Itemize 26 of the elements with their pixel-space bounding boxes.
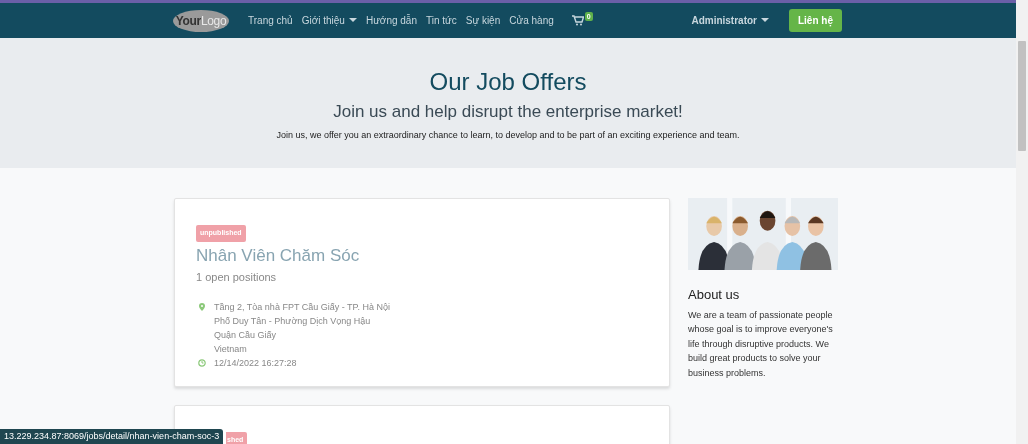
nav-link[interactable]: Sự kiện [465,13,501,28]
intro-text: Join us, we offer you an extraordinary chance to learn, to develop and to be part of an exciting experience and team. [276,129,740,142]
scrollbar[interactable] [1016,0,1028,444]
about-heading: About us [688,286,741,304]
nav-link[interactable]: Giới thiệu [301,13,357,28]
nav-link[interactable]: Tin tức [425,13,457,28]
address-line: Vietnam [214,342,248,356]
clock-icon [198,358,206,367]
nav-link[interactable]: Cửa hàng [509,13,554,28]
nav-link[interactable]: Trang chủ [248,13,293,28]
cart-icon[interactable] [571,15,584,26]
nav-link[interactable]: Hướng dẫn [365,13,417,28]
address-line: Tầng 2, Tòa nhà FPT Cầu Giấy - TP. Hà Nội [214,300,390,314]
map-pin-icon [199,302,205,311]
about-text: We are a team of passionate people whose goal is to improve everyone's life through disruptive products. We build great products to solve your business problems. [688,308,834,380]
address-line: Quận Cầu Giấy [214,328,278,342]
posted-date: 12/14/2022 16:27:28 [214,356,297,370]
address-line: Phố Duy Tân - Phường Dịch Vọng Hậu [214,314,372,328]
caret-icon [761,18,769,23]
status-url: 13.229.234.87:8069/jobs/detail/nhan-vien-cham-soc-3 [0,428,224,444]
subtitle: Join us and help disrupt the enterprise market! [333,101,683,123]
caret-icon [348,18,357,23]
logo[interactable]: YourLogo [173,9,229,32]
user-menu[interactable]: Administrator [691,13,769,28]
open-positions: 1 open positions [196,270,278,285]
page-title: Our Job Offers [429,67,587,97]
